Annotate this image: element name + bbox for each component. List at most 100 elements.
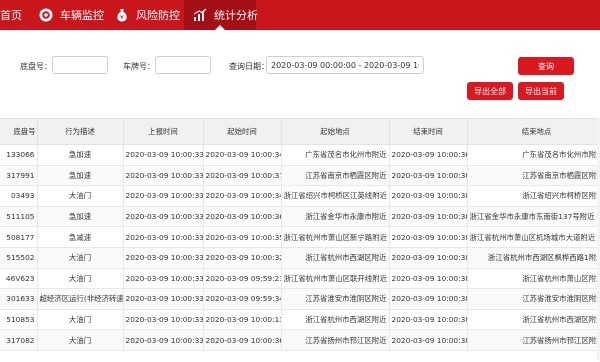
- chassis-number-label: 底盘号：: [20, 62, 52, 71]
- nav-item-risk-control[interactable]: ¥ 风险防控: [114, 0, 180, 30]
- column-header[interactable]: 上报时间: [123, 119, 204, 145]
- cell-end-place: 浙江省绍兴市柯桥区附近: [467, 185, 600, 207]
- nav-item-statistics[interactable]: 统计分析: [184, 0, 258, 30]
- cell-end-place: 浙江省杭州市西湖区枫桦西路1附近: [467, 247, 600, 269]
- cell-start-place: 浙江省杭州市西湖区附近: [281, 247, 390, 269]
- cell-behavior: 大油门: [37, 247, 124, 269]
- cell-behavior: 急加速: [37, 165, 124, 187]
- export-all-button[interactable]: 导出全部: [467, 82, 513, 100]
- bar-chart-icon: [192, 7, 208, 23]
- table-header-row: 底盘号 行为描述 上报时间 起始时间 起始地点 结束时间 结束地点: [0, 119, 600, 145]
- cell-start-time: 2020-03-09 10:00:35: [203, 226, 282, 248]
- cell-end-time: 2020-03-09 10:00:38: [389, 329, 468, 351]
- cell-chassis: 317082: [0, 329, 38, 351]
- cell-report-time: 2020-03-09 10:00:33: [123, 165, 204, 187]
- nav-item-vehicle-monitor[interactable]: 车辆监控: [38, 0, 104, 30]
- cell-chassis: 133066: [0, 144, 38, 166]
- column-header[interactable]: 起始时间: [203, 119, 282, 145]
- search-button[interactable]: 查询: [518, 57, 574, 75]
- cell-report-time: 2020-03-09 10:00:33: [123, 268, 204, 290]
- cell-end-time: 2020-03-09 10:00:38: [389, 309, 468, 331]
- query-date-input[interactable]: [266, 56, 424, 74]
- cell-chassis: 508177: [0, 226, 38, 248]
- column-header[interactable]: 行为描述: [37, 119, 124, 145]
- cell-start-time: 2020-03-09 10:00:13: [203, 309, 282, 331]
- cell-end-place: 浙江省金华市永康市东南街137号附近: [467, 206, 600, 228]
- cell-start-time: 2020-03-09 10:00:32: [203, 247, 282, 269]
- cell-start-time: 2020-03-09 09:59:23: [203, 268, 282, 290]
- top-nav-bar: 首页 车辆监控 ¥ 风险防控 统计分析: [0, 0, 600, 30]
- column-header[interactable]: 结束地点: [467, 119, 600, 145]
- cell-behavior: 大油门: [37, 185, 124, 207]
- cell-behavior: 大油门: [37, 268, 124, 290]
- cell-start-time: 2020-03-09 10:00:34: [203, 185, 282, 207]
- table-row[interactable]: 508177 急减速 2020-03-09 10:00:33 2020-03-09 1…: [0, 226, 600, 248]
- cell-start-place: 江苏省南京市栖霞区附近: [281, 165, 390, 187]
- cell-start-place: 浙江省杭州市西湖区附近: [281, 309, 390, 331]
- money-bag-icon: ¥: [114, 7, 130, 23]
- cell-chassis: 301633: [0, 288, 38, 310]
- table-row[interactable]: 317991 急加速 2020-03-09 10:00:33 2020-03-09 1…: [0, 165, 600, 187]
- cell-end-time: 2020-03-09 10:00:38: [389, 268, 468, 290]
- cell-behavior: 急减速: [37, 226, 124, 248]
- nav-item-home[interactable]: 首页: [0, 0, 30, 30]
- chassis-number-input[interactable]: [52, 56, 108, 74]
- cell-end-time: 2020-03-09 10:00:36: [389, 144, 468, 166]
- query-date-label: 查询日期：: [229, 62, 269, 71]
- cell-start-time: 2020-03-09 10:00:34: [203, 144, 282, 166]
- cell-start-place: 江苏省淮安市淮阴区附近: [281, 288, 390, 310]
- cell-end-place: 浙江省杭州市萧山区附近: [467, 268, 600, 290]
- cell-end-place: 江苏省淮安市淮阴区附近: [467, 288, 600, 310]
- cell-report-time: 2020-03-09 10:00:33: [123, 226, 204, 248]
- cell-report-time: 2020-03-09 10:00:33: [123, 206, 204, 228]
- cell-chassis: 03493: [0, 185, 38, 207]
- cell-end-time: 2020-03-09 10:00:38: [389, 165, 468, 187]
- cell-chassis: 510853: [0, 309, 38, 331]
- cell-start-place: 江苏省扬州市邗江区附近: [281, 329, 390, 351]
- cell-chassis: 511105: [0, 206, 38, 228]
- table-row[interactable]: 515502 大油门 2020-03-09 10:00:33 2020-03-09 1…: [0, 247, 600, 269]
- cell-chassis: 46V623: [0, 268, 38, 290]
- cell-start-place: 浙江省绍兴市柯桥区江英线附近: [281, 185, 390, 207]
- cell-end-time: 2020-03-09 10:00:38: [389, 206, 468, 228]
- cell-chassis: 317991: [0, 165, 38, 187]
- nav-risk-control-label: 风险防控: [136, 9, 180, 22]
- plate-number-label: 车牌号：: [123, 62, 155, 71]
- cell-end-place: 广东省茂名市化州市附近: [467, 144, 600, 166]
- cell-start-time: 2020-03-09 09:59:34: [203, 288, 282, 310]
- monitor-target-icon: [38, 7, 54, 23]
- cell-start-time: 2020-03-09 10:00:36: [203, 329, 282, 351]
- cell-start-place: 浙江省金华市永康市附近: [281, 206, 390, 228]
- nav-home-label: 首页: [0, 9, 22, 22]
- cell-end-place: 江苏省南京市栖霞区附近: [467, 165, 600, 187]
- cell-end-time: 2020-03-09 10:00:38: [389, 247, 468, 269]
- table-row[interactable]: 511105 急加速 2020-03-09 10:00:33 2020-03-09 1…: [0, 206, 600, 228]
- cell-end-place: 江苏省扬州市邗江区附近: [467, 329, 600, 351]
- export-current-button[interactable]: 导出当前: [518, 82, 564, 100]
- plate-number-input[interactable]: [155, 56, 211, 74]
- cell-start-time: 2020-03-09 10:00:36: [203, 206, 282, 228]
- cell-start-place: 广东省茂名市化州市附近: [281, 144, 390, 166]
- cell-report-time: 2020-03-09 10:00:33: [123, 329, 204, 351]
- cell-end-time: 2020-03-09 10:00:38: [389, 288, 468, 310]
- cell-report-time: 2020-03-09 10:00:33: [123, 309, 204, 331]
- cell-start-place: 浙江省杭州市萧山区联开线附近: [281, 268, 390, 290]
- results-table-container: 底盘号 行为描述 上报时间 起始时间 起始地点 结束时间 结束地点 133066…: [0, 118, 600, 362]
- cell-behavior: 大油门: [37, 309, 124, 331]
- column-header[interactable]: 结束时间: [389, 119, 468, 145]
- table-row[interactable]: 317082 大油门 2020-03-09 10:00:33 2020-03-09 1…: [0, 329, 600, 351]
- table-row[interactable]: 133066 急加速 2020-03-09 10:00:33 2020-03-09 1…: [0, 144, 600, 166]
- table-row[interactable]: 301633 超经济区运行(非经济转速) 2020-03-09 10:00:33 20…: [0, 288, 600, 310]
- table-row[interactable]: 03493 大油门 2020-03-09 10:00:33 2020-03-09 10…: [0, 185, 600, 207]
- column-header[interactable]: 起始地点: [281, 119, 390, 145]
- cell-start-time: 2020-03-09 10:00:37: [203, 165, 282, 187]
- cell-behavior: 急加速: [37, 206, 124, 228]
- cell-start-place: 浙江省杭州市萧山区新宁路附近: [281, 226, 390, 248]
- column-header[interactable]: 底盘号: [0, 119, 38, 145]
- filter-panel: 底盘号： 车牌号： 查询日期： 查询 导出全部 导出当前: [0, 30, 600, 110]
- cell-chassis: 515502: [0, 247, 38, 269]
- table-row[interactable]: 46V623 大油门 2020-03-09 10:00:33 2020-03-09 0…: [0, 268, 600, 290]
- cell-report-time: 2020-03-09 10:00:33: [123, 247, 204, 269]
- table-row[interactable]: 510853 大油门 2020-03-09 10:00:33 2020-03-09 1…: [0, 309, 600, 331]
- cell-end-place: 浙江省杭州市西湖区附近: [467, 309, 600, 331]
